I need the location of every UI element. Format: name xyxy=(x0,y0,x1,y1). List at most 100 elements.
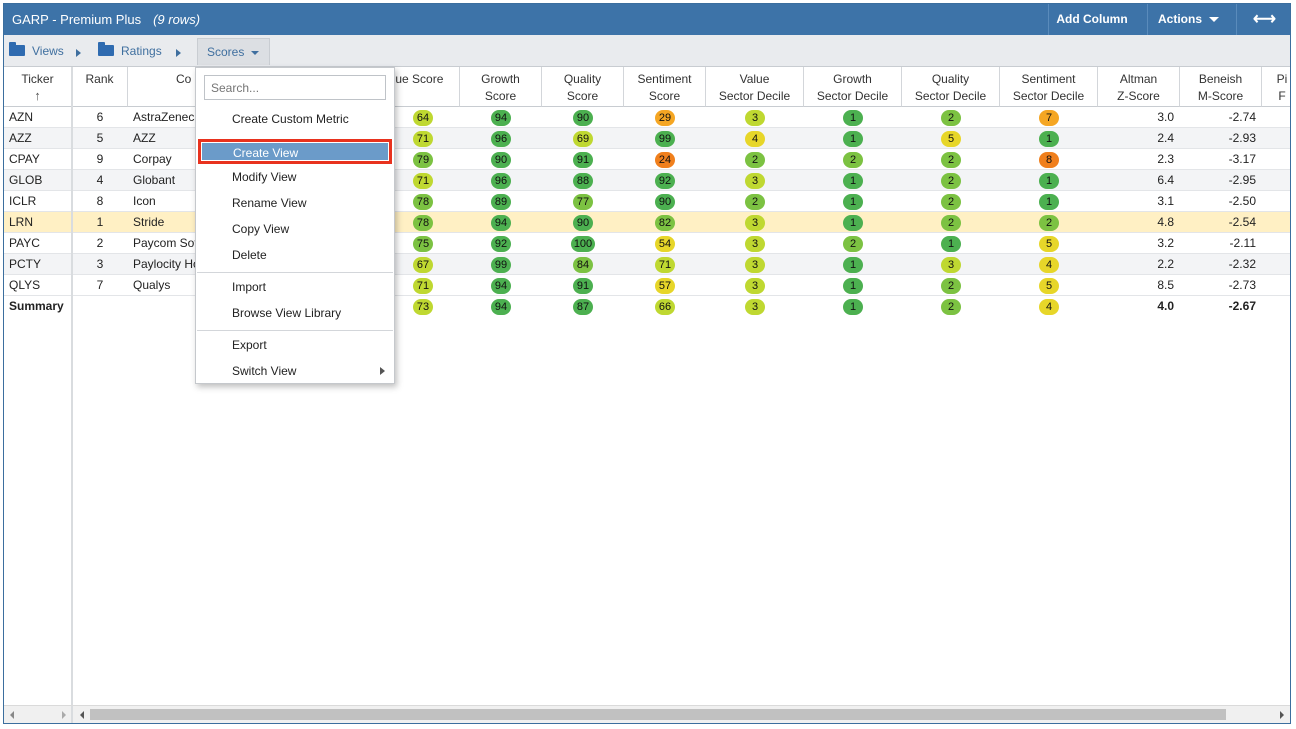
cell-vd: 3 xyxy=(706,170,804,190)
scrollbar-thumb[interactable] xyxy=(90,709,1226,720)
col-header-value-score[interactable]: alue Score xyxy=(386,67,460,107)
menu-item-create-custom-metric[interactable]: Create Custom Metric xyxy=(197,108,393,130)
cell-quality: 100 xyxy=(542,233,624,253)
col-header-sentiment-sector-decile[interactable]: Sentiment Sector Decile xyxy=(1000,67,1098,107)
menu-search-input[interactable] xyxy=(204,75,386,100)
actions-button[interactable]: Actions xyxy=(1147,4,1229,35)
cell-altman: 8.5 xyxy=(1157,278,1174,292)
menu-item-rename-view[interactable]: Rename View xyxy=(197,192,393,214)
scroll-right-arrow-icon[interactable] xyxy=(62,711,66,719)
cell-sentiment: 54 xyxy=(624,233,706,253)
cell-value: 78 xyxy=(386,191,460,211)
col-header-quality-score[interactable]: Quality Score xyxy=(542,67,624,107)
score-badge: 2 xyxy=(843,151,863,168)
cell-qd: 2 xyxy=(902,296,1000,316)
folder-icon xyxy=(98,42,114,56)
score-badge: 79 xyxy=(413,151,433,168)
cell-rank: 6 xyxy=(96,110,104,124)
cell-quality: 77 xyxy=(542,191,624,211)
cell-gd: 2 xyxy=(804,233,902,253)
menu-item-copy-view[interactable]: Copy View xyxy=(197,218,393,240)
cell-altman: 2.3 xyxy=(1157,152,1174,166)
score-badge: 2 xyxy=(843,235,863,252)
cell-quality: 90 xyxy=(542,212,624,232)
cell-rank: 8 xyxy=(96,194,104,208)
score-badge: 64 xyxy=(413,109,433,126)
score-badge: 3 xyxy=(941,256,961,273)
cell-vd: 4 xyxy=(706,128,804,148)
menu-item-modify-view[interactable]: Modify View xyxy=(197,166,393,188)
col-header-altman-z-score[interactable]: Altman Z-Score xyxy=(1098,67,1180,107)
cell-value: 79 xyxy=(386,149,460,169)
horizontal-scrollbar[interactable] xyxy=(4,705,1290,723)
col-header-quality-sector-decile[interactable]: Quality Sector Decile xyxy=(902,67,1000,107)
horizontal-expand-icon[interactable]: ⟷ xyxy=(1236,4,1290,35)
cell-growth: 94 xyxy=(460,212,542,232)
menu-item-create-view[interactable]: Create View xyxy=(198,139,392,164)
cell-rank: 2 xyxy=(96,236,104,250)
cell-ticker: AZN xyxy=(9,110,33,124)
cell-ticker: Summary xyxy=(9,299,64,313)
scores-dropdown-button[interactable]: Scores xyxy=(197,38,270,65)
chevron-down-icon xyxy=(1209,17,1219,23)
cell-gd: 1 xyxy=(804,275,902,295)
score-badge: 89 xyxy=(491,193,511,210)
cell-sd: 7 xyxy=(1000,107,1098,127)
score-badge: 91 xyxy=(573,151,593,168)
cell-value: 64 xyxy=(386,107,460,127)
score-badge: 54 xyxy=(655,235,675,252)
scroll-left-arrow-icon[interactable] xyxy=(80,711,84,719)
cell-growth: 94 xyxy=(460,296,542,316)
score-badge: 1 xyxy=(941,235,961,252)
menu-item-export[interactable]: Export xyxy=(197,334,393,356)
score-badge: 69 xyxy=(573,130,593,147)
score-badge: 71 xyxy=(413,277,433,294)
scroll-right-arrow-icon[interactable] xyxy=(1280,711,1284,719)
col-header-beneish-m-score[interactable]: Beneish M-Score xyxy=(1180,67,1262,107)
col-header-growth-score[interactable]: Growth Score xyxy=(460,67,542,107)
scroll-left-arrow-icon[interactable] xyxy=(10,711,14,719)
score-badge: 2 xyxy=(941,298,961,315)
cell-value: 71 xyxy=(386,170,460,190)
score-badge: 1 xyxy=(1039,172,1059,189)
score-badge: 2 xyxy=(941,277,961,294)
score-badge: 29 xyxy=(655,109,675,126)
add-column-button[interactable]: Add Column xyxy=(1048,4,1135,35)
col-header-sentiment-score[interactable]: Sentiment Score xyxy=(624,67,706,107)
score-badge: 57 xyxy=(655,277,675,294)
col-header-growth-sector-decile[interactable]: Growth Sector Decile xyxy=(804,67,902,107)
cell-altman: 4.8 xyxy=(1157,215,1174,229)
breadcrumb-views[interactable]: Views xyxy=(9,42,64,58)
cell-gd: 1 xyxy=(804,191,902,211)
cell-ticker: PCTY xyxy=(9,257,42,271)
col-header-rank[interactable]: Rank xyxy=(72,67,128,107)
score-badge: 73 xyxy=(413,298,433,315)
menu-item-browse-view-library[interactable]: Browse View Library xyxy=(197,302,393,324)
menu-item-switch-view[interactable]: Switch View xyxy=(197,360,393,382)
menu-item-delete[interactable]: Delete xyxy=(197,244,393,266)
score-badge: 71 xyxy=(655,256,675,273)
cell-growth: 90 xyxy=(460,149,542,169)
cell-ticker: PAYC xyxy=(9,236,40,250)
breadcrumb-ratings[interactable]: Ratings xyxy=(98,42,162,58)
cell-sd: 5 xyxy=(1000,233,1098,253)
screen-name: GARP - Premium Plus xyxy=(12,12,142,27)
cell-quality: 91 xyxy=(542,275,624,295)
cell-value: 73 xyxy=(386,296,460,316)
cell-quality: 69 xyxy=(542,128,624,148)
score-badge: 82 xyxy=(655,214,675,231)
score-badge: 1 xyxy=(843,277,863,294)
score-badge: 8 xyxy=(1039,151,1059,168)
score-badge: 94 xyxy=(491,214,511,231)
cell-rank: 3 xyxy=(96,257,104,271)
cell-sd: 1 xyxy=(1000,170,1098,190)
cell-quality: 88 xyxy=(542,170,624,190)
cell-rank: 9 xyxy=(96,152,104,166)
menu-item-import[interactable]: Import xyxy=(197,276,393,298)
col-header-piotroski[interactable]: Pi F xyxy=(1262,67,1290,107)
col-header-ticker[interactable]: Ticker ↑ xyxy=(4,67,72,107)
col-header-value-sector-decile[interactable]: Value Sector Decile xyxy=(706,67,804,107)
cell-beneish: -2.50 xyxy=(1228,194,1256,208)
cell-growth: 96 xyxy=(460,170,542,190)
score-badge: 66 xyxy=(655,298,675,315)
